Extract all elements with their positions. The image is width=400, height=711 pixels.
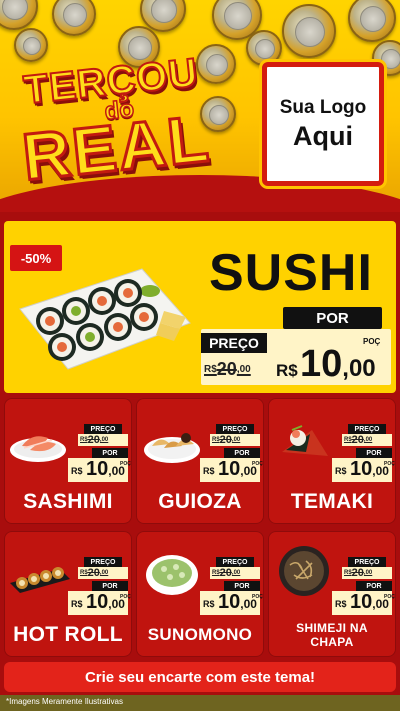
disclaimer-text: *Imagens Meramente Ilustrativas xyxy=(6,697,123,706)
product-card-shimeji-na-chapa[interactable]: PREÇO R$20,00 POR R$ 10,00 POÇ SHIMEJI N… xyxy=(268,531,396,657)
promo-title-line2: REAL xyxy=(18,99,215,195)
hot-roll-image xyxy=(10,567,70,593)
hero-old-price: R$20,00 xyxy=(204,359,251,379)
product-card-guioza[interactable]: PREÇO R$20,00 POR R$ 10,00 POÇ GUIOZA xyxy=(136,398,264,524)
preco-label: PREÇO xyxy=(84,557,122,567)
por-label: POR xyxy=(92,581,128,591)
header-banner: TERÇOU do REAL Sua Logo Aqui xyxy=(0,0,400,212)
hero-product-name: SUSHI xyxy=(209,244,373,302)
temaki-image xyxy=(282,425,328,456)
sashimi-image xyxy=(10,436,66,462)
currency: R$ xyxy=(71,599,83,609)
coin-icon xyxy=(348,0,396,42)
preco-label: PREÇO xyxy=(348,557,386,567)
hero-currency: R$ xyxy=(276,361,298,380)
por-label: POR xyxy=(224,448,260,458)
coin-icon xyxy=(246,30,282,66)
promo-title: TERÇOU do REAL xyxy=(12,47,244,199)
discount-badge: -50% xyxy=(10,245,62,271)
currency: R$ xyxy=(203,599,215,609)
create-flyer-button[interactable]: Crie seu encarte com este tema! xyxy=(4,662,396,692)
coin-icon xyxy=(52,0,96,36)
currency: R$ xyxy=(335,599,347,609)
logo-placeholder-line1: Sua Logo xyxy=(279,96,367,118)
por-label: POR xyxy=(224,581,260,591)
poc-label: POÇ xyxy=(384,461,395,467)
sunomono-image xyxy=(146,555,198,595)
por-label: POR xyxy=(92,448,128,458)
hero-poc-label: POÇ xyxy=(363,337,381,346)
currency: R$ xyxy=(71,466,83,476)
logo-placeholder-line2: Aqui xyxy=(293,120,353,151)
poc-label: POÇ xyxy=(252,594,263,600)
product-name: TEMAKI xyxy=(290,490,374,513)
preco-label: PREÇO xyxy=(216,424,254,434)
poc-label: POÇ xyxy=(384,594,395,600)
product-card-hot-roll[interactable]: PREÇO R$20,00 POR R$ 10,00 POÇ HOT ROLL xyxy=(4,531,132,657)
old-price: R$20,00 xyxy=(344,434,373,446)
old-price: R$20,00 xyxy=(80,434,109,446)
product-card-temaki[interactable]: PREÇO R$20,00 POR R$ 10,00 POÇ TEMAKI xyxy=(268,398,396,524)
hero-product-card[interactable]: -50% SUSHI POR PREÇO R$20,00 R$ 10,00 PO… xyxy=(4,221,396,393)
product-name: SASHIMI xyxy=(23,490,113,513)
preco-label: PREÇO xyxy=(216,557,254,567)
product-card-sunomono[interactable]: PREÇO R$20,00 POR R$ 10,00 POÇ SUNOMONO xyxy=(136,531,264,657)
por-label: POR xyxy=(356,581,392,591)
currency: R$ xyxy=(335,466,347,476)
coin-icon xyxy=(0,0,38,30)
product-name-line2: CHAPA xyxy=(310,635,354,649)
por-label: POR xyxy=(356,448,392,458)
product-name-line1: SHIMEJI NA xyxy=(296,621,368,635)
old-price: R$20,00 xyxy=(212,567,241,579)
product-name: GUIOZA xyxy=(158,490,242,513)
guioza-image xyxy=(144,433,200,463)
hero-preco-label: PREÇO xyxy=(201,333,267,353)
shimeji-image xyxy=(279,546,329,596)
coin-icon xyxy=(14,28,48,62)
product-name: SHIMEJI NA CHAPA xyxy=(268,621,396,649)
old-price: R$20,00 xyxy=(344,567,373,579)
preco-label: PREÇO xyxy=(84,424,122,434)
hero-por-label: POR xyxy=(283,307,382,329)
poc-label: POÇ xyxy=(120,461,131,467)
preco-label: PREÇO xyxy=(348,424,386,434)
old-price: R$20,00 xyxy=(80,567,109,579)
product-name: HOT ROLL xyxy=(13,623,123,646)
old-price: R$20,00 xyxy=(212,434,241,446)
currency: R$ xyxy=(203,466,215,476)
logo-placeholder[interactable]: Sua Logo Aqui xyxy=(262,62,384,186)
hero-new-price: 10,00 xyxy=(300,343,376,385)
coin-icon xyxy=(282,4,336,58)
poc-label: POÇ xyxy=(252,461,263,467)
product-name: SUNOMONO xyxy=(147,625,253,644)
poc-label: POÇ xyxy=(120,594,131,600)
flyer: TERÇOU do REAL Sua Logo Aqui -50% SUSHI … xyxy=(0,0,400,711)
product-card-sashimi[interactable]: PREÇO R$20,00 POR R$ 10,00 POÇ SASHIMI xyxy=(4,398,132,524)
